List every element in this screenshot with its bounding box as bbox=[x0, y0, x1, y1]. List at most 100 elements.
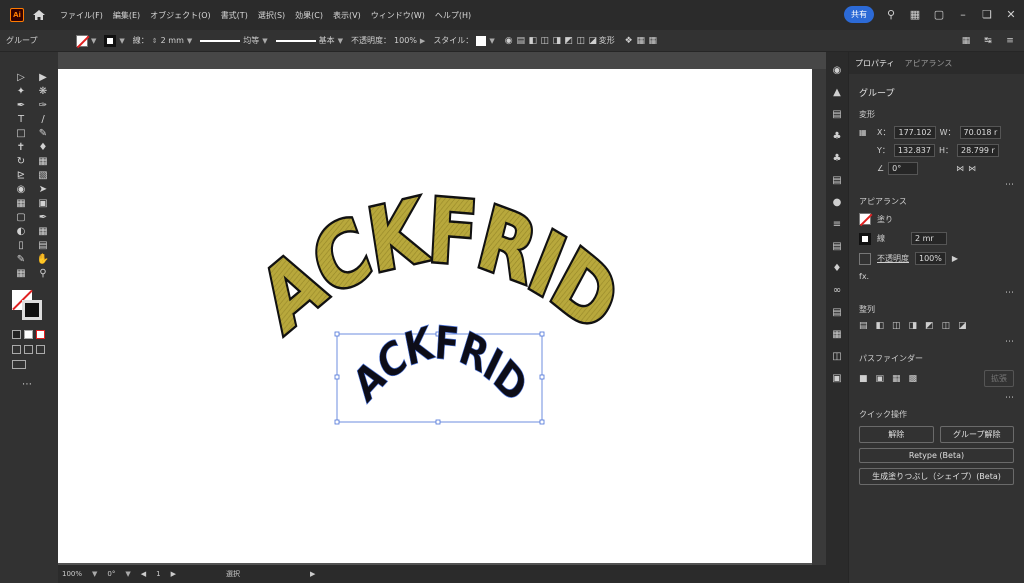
align-top-icon[interactable]: ◩ bbox=[563, 35, 575, 47]
draw-inside-icon[interactable] bbox=[36, 345, 45, 354]
blend-tool-icon[interactable]: ◐ bbox=[12, 226, 30, 238]
layers-panel-icon[interactable]: ♦ bbox=[826, 258, 848, 280]
chevron-right-icon[interactable]: ▶ bbox=[420, 37, 425, 45]
artboard-tool-icon[interactable]: ▤ bbox=[34, 240, 52, 252]
zoom-tool-icon[interactable]: ⚲ bbox=[34, 268, 52, 280]
opacity-field[interactable]: 100% bbox=[394, 36, 417, 45]
align-panel-icon[interactable]: ◫ bbox=[826, 346, 848, 368]
w-field[interactable]: 70.018 r bbox=[959, 126, 1002, 139]
align-vcenter-icon[interactable]: ◫ bbox=[942, 321, 951, 331]
style-swatch[interactable] bbox=[476, 35, 487, 46]
chevron-down-icon[interactable]: ▼ bbox=[125, 570, 130, 578]
minus-front-icon[interactable]: ▣ bbox=[876, 374, 885, 384]
selection-handle[interactable] bbox=[334, 419, 340, 425]
stroke-swatch[interactable] bbox=[104, 34, 117, 47]
menu-window[interactable]: ウィンドウ(W) bbox=[371, 10, 425, 21]
appearance-more-icon[interactable]: ⋯ bbox=[859, 288, 1014, 298]
gradient-tool-icon[interactable]: ▢ bbox=[12, 212, 30, 224]
pathfinder-panel-icon[interactable]: ▣ bbox=[826, 368, 848, 390]
release-button[interactable]: 解除 bbox=[859, 426, 934, 443]
width-tool-icon[interactable]: ⊵ bbox=[12, 170, 30, 182]
chevron-right-icon[interactable]: ▶ bbox=[952, 254, 958, 263]
canvas-area[interactable]: BLACKFRIDAY BLACKFRIDAY bbox=[58, 0, 826, 565]
export-panel-icon[interactable]: ▤ bbox=[826, 236, 848, 258]
symbols-panel-icon[interactable]: ♣ bbox=[826, 126, 848, 148]
align-top-icon[interactable]: ◩ bbox=[925, 321, 934, 331]
y-field[interactable]: 132.837 bbox=[893, 144, 935, 157]
artboard-nav-prev-icon[interactable]: ◀ bbox=[141, 570, 146, 578]
selection-tool-icon[interactable]: ▷ bbox=[12, 72, 30, 84]
ungroup-button[interactable]: グループ解除 bbox=[939, 426, 1014, 443]
transparency-panel-icon[interactable]: ≡ bbox=[826, 214, 848, 236]
stroke-weight-field[interactable]: 2 mm bbox=[161, 36, 184, 45]
eyedropper-tool-icon[interactable]: ✒ bbox=[34, 212, 52, 224]
print-tiling-tool-icon[interactable]: ▦ bbox=[12, 268, 30, 280]
menu-select[interactable]: 選択(S) bbox=[258, 10, 285, 21]
search-icon[interactable]: ⚲ bbox=[884, 8, 898, 22]
gradient-panel-icon[interactable]: ● bbox=[826, 192, 848, 214]
opacity-field[interactable]: 100% bbox=[915, 252, 946, 265]
stroke-panel-icon[interactable]: ▤ bbox=[826, 170, 848, 192]
selection-handle[interactable] bbox=[539, 331, 545, 337]
stroke-color-control[interactable]: ▼ bbox=[104, 34, 125, 47]
type-tool-icon[interactable]: T bbox=[12, 114, 30, 126]
none-mode-icon[interactable] bbox=[36, 330, 45, 339]
gradient-mode-icon[interactable] bbox=[24, 330, 33, 339]
perspective-grid-tool-icon[interactable]: ▦ bbox=[12, 198, 30, 210]
swatches-panel-icon[interactable]: ▲ bbox=[826, 82, 848, 104]
workspace-icon[interactable]: ▢ bbox=[932, 8, 946, 22]
generative-fill-button[interactable]: 生成塗りつぶし（シェイプ）(Beta) bbox=[859, 468, 1014, 485]
live-paint-tool-icon[interactable]: ➤ bbox=[34, 184, 52, 196]
expand-button[interactable]: 拡張 bbox=[984, 370, 1014, 387]
draw-normal-icon[interactable] bbox=[12, 345, 21, 354]
artboard[interactable]: BLACKFRIDAY BLACKFRIDAY bbox=[58, 0, 812, 563]
selection-handle[interactable] bbox=[334, 331, 340, 337]
h-field[interactable]: 28.799 r bbox=[957, 144, 999, 157]
align-to-icon[interactable]: ▤ bbox=[515, 35, 527, 47]
links-panel-icon[interactable]: ∞ bbox=[826, 280, 848, 302]
draw-behind-icon[interactable] bbox=[24, 345, 33, 354]
hand-tool-icon[interactable]: ✋ bbox=[34, 254, 52, 266]
selection-handle[interactable] bbox=[539, 374, 545, 380]
align-hcenter-icon[interactable]: ◫ bbox=[539, 35, 551, 47]
align-bottom-icon[interactable]: ◪ bbox=[958, 321, 967, 331]
mesh-tool-icon[interactable]: ▣ bbox=[34, 198, 52, 210]
angle-field[interactable]: 0° bbox=[888, 162, 919, 175]
scale-tool-icon[interactable]: ▦ bbox=[34, 156, 52, 168]
close-icon[interactable]: ✕ bbox=[1004, 8, 1018, 22]
direct-selection-tool-icon[interactable]: ▶ bbox=[34, 72, 52, 84]
art-blackfriday-large[interactable]: BLACKFRIDAY bbox=[97, 0, 636, 355]
tab-properties[interactable]: プロパティ bbox=[855, 58, 895, 69]
rotate-tool-icon[interactable]: ↻ bbox=[12, 156, 30, 168]
symbol-sprayer-tool-icon[interactable]: ▦ bbox=[34, 226, 52, 238]
recolor-icon[interactable]: ◉ bbox=[503, 35, 515, 47]
chevron-down-icon[interactable]: ▼ bbox=[92, 570, 97, 578]
menu-help[interactable]: ヘルプ(H) bbox=[435, 10, 471, 21]
stroke-swatch[interactable] bbox=[22, 300, 42, 320]
selection-handle[interactable] bbox=[435, 419, 441, 425]
opacity-label[interactable]: 不透明度： bbox=[351, 35, 391, 46]
screen-mode-icon[interactable] bbox=[12, 360, 26, 369]
menu-effect[interactable]: 効果(C) bbox=[295, 10, 323, 21]
align-bottom-icon[interactable]: ◪ bbox=[587, 35, 599, 47]
shaper-tool-icon[interactable]: ✝ bbox=[12, 142, 30, 154]
minimize-icon[interactable]: – bbox=[956, 8, 970, 22]
slice-tool-icon[interactable]: ✎ bbox=[12, 254, 30, 266]
flip-vertical-icon[interactable]: ⋈ bbox=[968, 164, 976, 173]
stroke-weight-field[interactable]: 2 mr bbox=[911, 232, 947, 245]
free-transform-tool-icon[interactable]: ▧ bbox=[34, 170, 52, 182]
pen-tool-icon[interactable]: ✒ bbox=[12, 100, 30, 112]
pencil-tool-icon[interactable]: ✎ bbox=[34, 128, 52, 140]
home-icon[interactable] bbox=[32, 8, 46, 22]
brushes-panel-icon[interactable]: ▤ bbox=[826, 104, 848, 126]
line-tool-icon[interactable]: / bbox=[34, 114, 52, 126]
vertical-scrollbar[interactable] bbox=[812, 69, 826, 565]
arrange-panels-icon[interactable]: ▦ bbox=[960, 35, 972, 47]
color-mode-icon[interactable] bbox=[12, 330, 21, 339]
shape-builder-tool-icon[interactable]: ◉ bbox=[12, 184, 30, 196]
glyphs-panel-icon[interactable]: ▦ bbox=[826, 324, 848, 346]
more-tools-icon[interactable]: ⋯ bbox=[22, 379, 58, 390]
menu-type[interactable]: 書式(T) bbox=[221, 10, 248, 21]
curvature-tool-icon[interactable]: ✑ bbox=[34, 100, 52, 112]
stroke-swatch[interactable] bbox=[859, 232, 871, 245]
